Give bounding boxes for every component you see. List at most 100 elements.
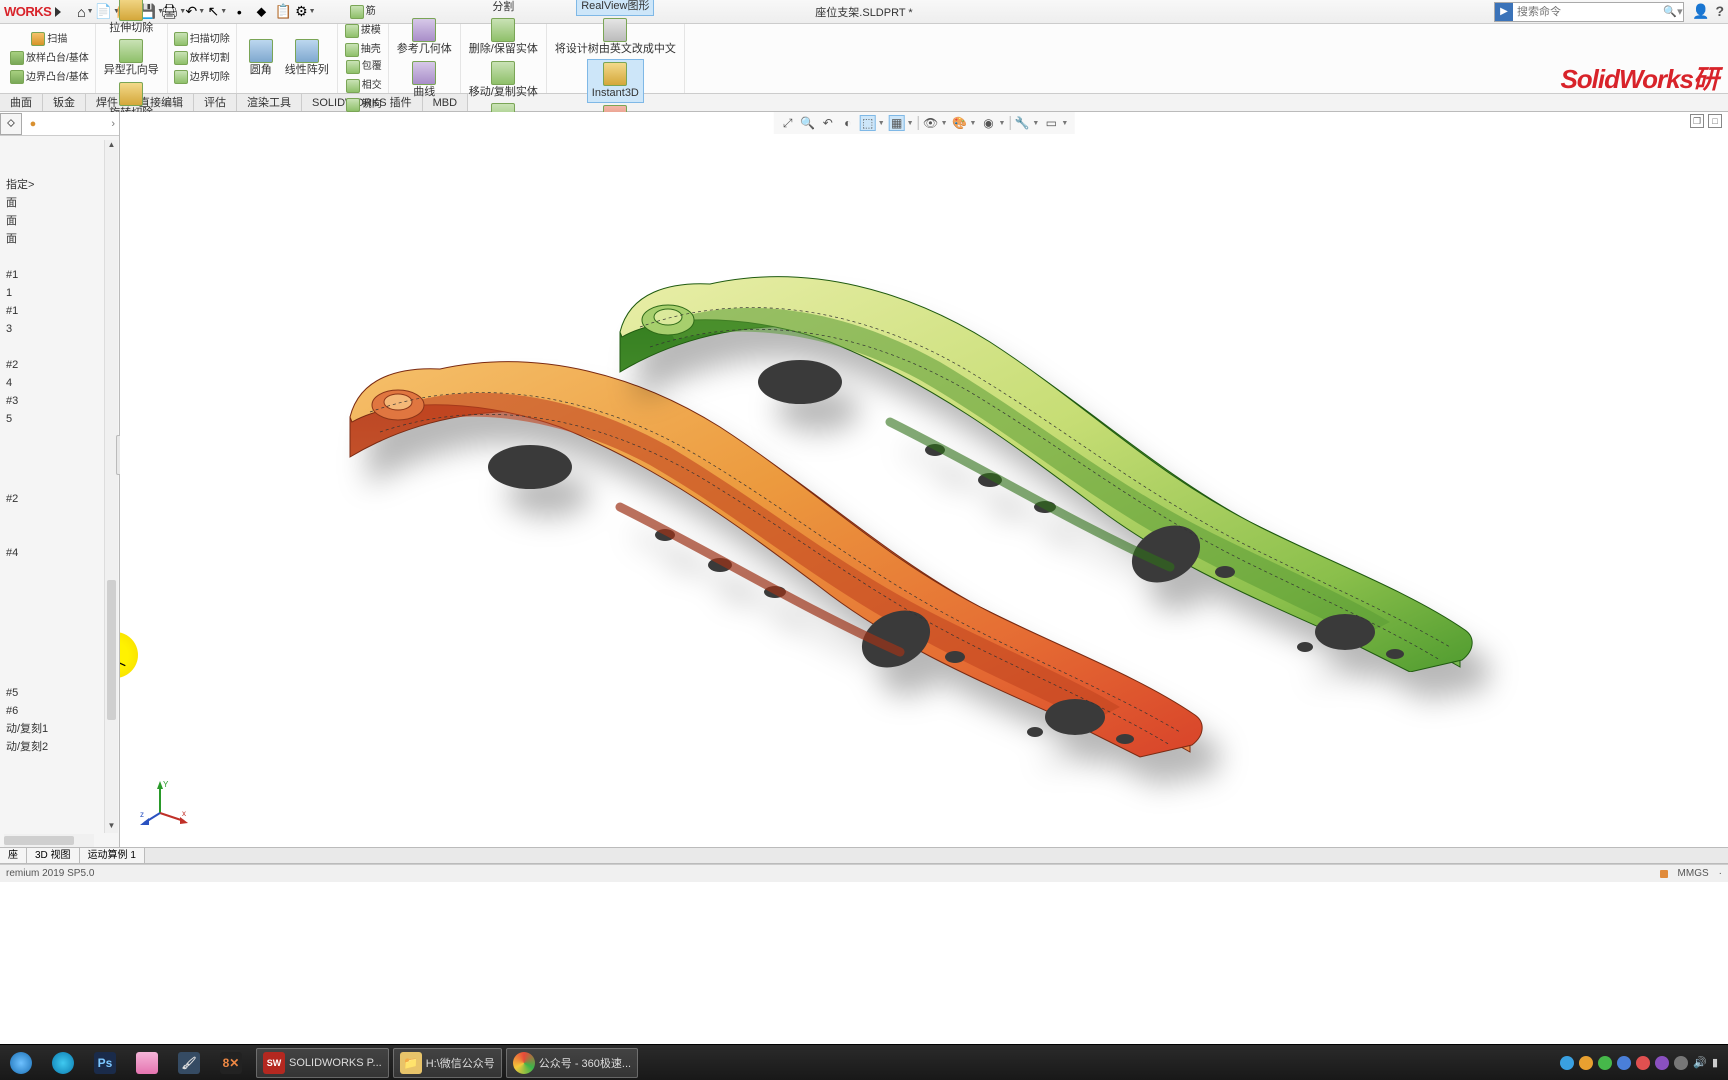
scene-icon[interactable]: ◉ bbox=[980, 115, 996, 131]
tree-item[interactable]: 面 bbox=[2, 230, 117, 248]
hscroll-thumb[interactable] bbox=[4, 836, 74, 845]
rebuild-icon[interactable]: • bbox=[229, 2, 249, 22]
tree-tab-appearance-icon[interactable]: ● bbox=[22, 113, 44, 135]
view-selector-icon[interactable]: ▭ bbox=[1043, 115, 1059, 131]
task-explorer[interactable]: 📁H:\微信公众号 bbox=[393, 1048, 502, 1078]
tree-item[interactable]: 1 bbox=[2, 284, 117, 302]
select-icon[interactable]: ↖▼ bbox=[207, 2, 227, 22]
task-gallery-icon[interactable] bbox=[130, 1048, 168, 1078]
search-icon[interactable]: ▶ bbox=[1495, 3, 1513, 21]
orient-icon[interactable]: ⬥ bbox=[251, 2, 271, 22]
task-browser-icon[interactable] bbox=[46, 1048, 84, 1078]
tray-icon[interactable] bbox=[1636, 1056, 1650, 1070]
tree-item[interactable]: #4 bbox=[2, 544, 117, 562]
tab-evaluate[interactable]: 评估 bbox=[194, 94, 237, 111]
linear-pattern-button[interactable]: 线性阵列 bbox=[281, 37, 333, 79]
rib-button[interactable]: 筋 bbox=[343, 4, 383, 21]
graphics-viewport[interactable]: ⤢ 🔍 ↶ ◐ ⬚▼ ▦▼ 👁▼ 🎨▼ ◉▼ 🔧▼ ▭▼ ❐ □ ↖ bbox=[120, 112, 1728, 847]
boundary-cut-button[interactable]: 边界切除 bbox=[172, 69, 232, 86]
tree-item[interactable]: #1 bbox=[2, 266, 117, 284]
search-dropdown-icon[interactable]: 🔍▾ bbox=[1663, 5, 1683, 18]
model-part-green[interactable] bbox=[490, 172, 1510, 672]
tree-item[interactable]: 指定> bbox=[2, 176, 117, 194]
undo-icon[interactable]: ↶▼ bbox=[185, 2, 205, 22]
loft-base-button[interactable]: 放样凸台/基体 bbox=[8, 50, 91, 67]
tree-expand-icon[interactable]: › bbox=[111, 118, 115, 130]
status-units[interactable]: MMGS bbox=[1678, 868, 1709, 879]
tray-icon[interactable] bbox=[1560, 1056, 1574, 1070]
wrap-button[interactable]: 包覆 bbox=[344, 59, 384, 76]
curves-button[interactable]: 曲线 bbox=[404, 59, 444, 101]
tab-render[interactable]: 渲染工具 bbox=[237, 94, 302, 111]
view-settings-icon[interactable]: 🔧 bbox=[1014, 115, 1030, 131]
tree-item[interactable]: 5 bbox=[2, 410, 117, 428]
tree-item[interactable]: #2 bbox=[2, 356, 117, 374]
ref-geometry-button[interactable]: 参考几何体 bbox=[393, 16, 456, 58]
help-icon[interactable]: ? bbox=[1715, 3, 1724, 20]
tray-icon[interactable] bbox=[1579, 1056, 1593, 1070]
prev-view-icon[interactable]: ↶ bbox=[820, 115, 836, 131]
intersect-button[interactable]: 相交 bbox=[344, 78, 384, 95]
feature-tree[interactable]: 指定> 面 面 面 #1 1 #1 3 #2 4 #3 5 #2 #4 #5 #… bbox=[0, 136, 119, 816]
tray-icon[interactable] bbox=[1617, 1056, 1631, 1070]
print-icon[interactable]: 🖨▼ bbox=[163, 2, 183, 22]
tree-item[interactable]: 动/复刻1 bbox=[2, 720, 117, 738]
task-solidworks[interactable]: SWSOLIDWORKS P... bbox=[256, 1048, 389, 1078]
zoom-fit-icon[interactable]: ⤢ bbox=[780, 115, 796, 131]
maximize-icon[interactable]: □ bbox=[1708, 114, 1722, 128]
tree-item[interactable]: #3 bbox=[2, 392, 117, 410]
tree-item[interactable]: 面 bbox=[2, 212, 117, 230]
tray-icon[interactable] bbox=[1598, 1056, 1612, 1070]
view-orient-icon[interactable]: ⬚ bbox=[860, 115, 876, 131]
draft-button[interactable]: 拔模 bbox=[343, 23, 383, 40]
mirror-button[interactable]: 镜向 bbox=[344, 97, 384, 114]
home-icon[interactable]: ⌂▼ bbox=[75, 2, 95, 22]
tab-3dview[interactable]: 3D 视图 bbox=[27, 848, 80, 863]
tree-tab-feature-icon[interactable]: ⬦ bbox=[0, 113, 22, 135]
tree-item[interactable]: 4 bbox=[2, 374, 117, 392]
restore-icon[interactable]: ❐ bbox=[1690, 114, 1704, 128]
scroll-thumb[interactable] bbox=[107, 580, 116, 720]
boundary-base-button[interactable]: 边界凸台/基体 bbox=[8, 69, 91, 86]
fillet-button[interactable]: 圆角 bbox=[241, 37, 281, 79]
zoom-area-icon[interactable]: 🔍 bbox=[800, 115, 816, 131]
task-misc-icon[interactable]: 8✕ bbox=[214, 1048, 252, 1078]
tree-item[interactable]: #5 bbox=[2, 684, 117, 702]
section-view-icon[interactable]: ◐ bbox=[840, 115, 856, 131]
user-icon[interactable]: 👤 bbox=[1692, 3, 1709, 20]
appearance-icon[interactable]: 🎨 bbox=[952, 115, 968, 131]
move-copy-button[interactable]: 移动/复制实体 bbox=[465, 59, 542, 101]
logo-dropdown-icon[interactable] bbox=[55, 7, 61, 17]
hide-show-icon[interactable]: 👁 bbox=[923, 115, 939, 131]
task-chrome[interactable]: 公众号 - 360极速... bbox=[506, 1048, 638, 1078]
options-icon[interactable]: 📋 bbox=[273, 2, 293, 22]
tree-scrollbar[interactable]: ▲ ▼ bbox=[104, 140, 118, 833]
tree-item[interactable]: 动/复刻2 bbox=[2, 738, 117, 756]
tab-model[interactable]: 座 bbox=[0, 848, 27, 863]
sweep-button[interactable]: 扫描 bbox=[8, 31, 91, 48]
realview-button[interactable]: RealView图形 bbox=[576, 0, 654, 16]
split-button[interactable]: 分割 bbox=[483, 0, 523, 16]
display-style-icon[interactable]: ▦ bbox=[889, 115, 905, 131]
hole-wizard-button[interactable]: 异型孔向导 bbox=[100, 37, 163, 79]
delete-keep-button[interactable]: 删除/保留实体 bbox=[465, 16, 542, 58]
task-ps-icon[interactable]: Ps bbox=[88, 1048, 126, 1078]
sweep-cut-button[interactable]: 扫描切除 bbox=[172, 31, 232, 48]
tray-network-icon[interactable]: ▮ bbox=[1712, 1056, 1718, 1069]
tray-icon[interactable] bbox=[1674, 1056, 1688, 1070]
extrude-cut-button[interactable]: 拉伸切除 bbox=[105, 0, 157, 37]
tree-hscrollbar[interactable] bbox=[4, 834, 94, 847]
tab-surface[interactable]: 曲面 bbox=[0, 94, 43, 111]
tray-volume-icon[interactable]: 🔊 bbox=[1693, 1056, 1707, 1069]
tree-item[interactable]: #2 bbox=[2, 490, 117, 508]
tree-toggle-button[interactable]: 将设计树由英文改成中文 bbox=[551, 16, 680, 58]
tab-sheetmetal[interactable]: 钣金 bbox=[43, 94, 86, 111]
tree-item[interactable]: #6 bbox=[2, 702, 117, 720]
start-button[interactable] bbox=[4, 1048, 42, 1078]
scroll-up-icon[interactable]: ▲ bbox=[105, 140, 118, 152]
scroll-down-icon[interactable]: ▼ bbox=[105, 821, 118, 833]
loft-cut-button[interactable]: 放样切割 bbox=[172, 50, 232, 67]
tree-item[interactable]: #1 bbox=[2, 302, 117, 320]
tray-icon[interactable] bbox=[1655, 1056, 1669, 1070]
tree-item[interactable]: 3 bbox=[2, 320, 117, 338]
